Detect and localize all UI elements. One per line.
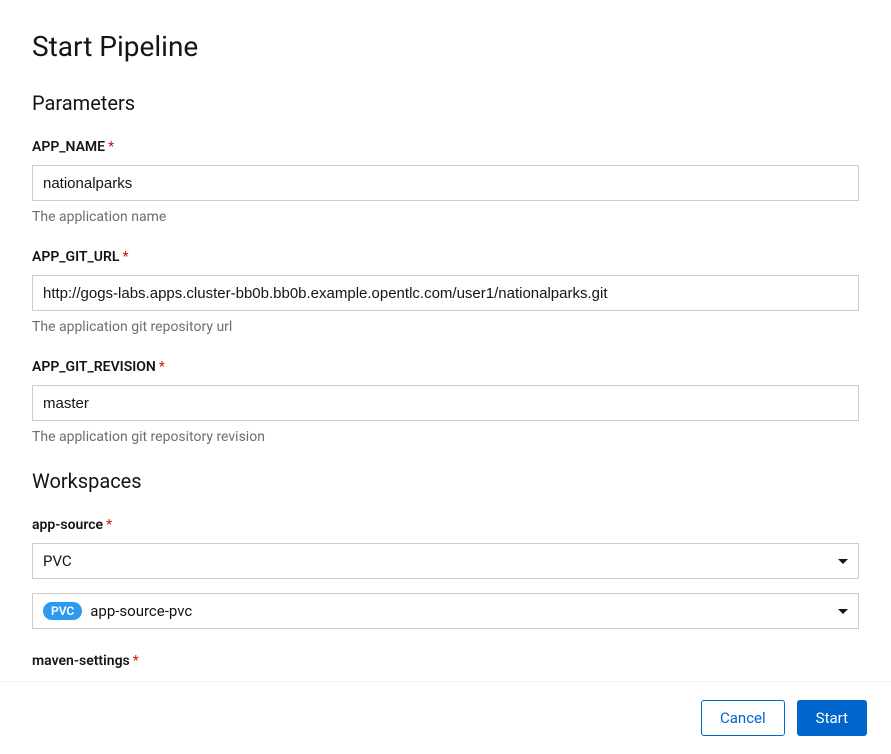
app-source-pvc-select[interactable]: PVC app-source-pvc: [32, 593, 859, 629]
app-git-url-help: The application git repository url: [32, 319, 859, 335]
label-text: APP_GIT_URL: [32, 249, 119, 265]
workspace-maven-settings: maven-settings*: [32, 653, 859, 669]
app-name-input[interactable]: [32, 165, 859, 201]
app-git-revision-input[interactable]: [32, 385, 859, 421]
caret-down-icon: [838, 609, 848, 614]
app-git-revision-label: APP_GIT_REVISION*: [32, 359, 859, 375]
cancel-button[interactable]: Cancel: [701, 700, 785, 736]
param-app-git-revision: APP_GIT_REVISION* The application git re…: [32, 359, 859, 445]
dialog-content[interactable]: Start Pipeline Parameters APP_NAME* The …: [0, 0, 891, 674]
select-value: PVC app-source-pvc: [43, 602, 838, 620]
pvc-badge: PVC: [43, 602, 82, 620]
app-source-type-select[interactable]: PVC: [32, 543, 859, 579]
label-text: maven-settings: [32, 653, 130, 669]
param-app-git-url: APP_GIT_URL* The application git reposit…: [32, 249, 859, 335]
label-text: APP_GIT_REVISION: [32, 359, 156, 375]
parameters-heading: Parameters: [32, 91, 859, 115]
app-source-label: app-source*: [32, 517, 859, 533]
required-star: *: [106, 517, 112, 533]
required-star: *: [122, 249, 128, 265]
select-value: PVC: [43, 552, 838, 570]
maven-settings-label: maven-settings*: [32, 653, 859, 669]
app-git-revision-help: The application git repository revision: [32, 429, 859, 445]
app-git-url-label: APP_GIT_URL*: [32, 249, 859, 265]
required-star: *: [159, 359, 165, 375]
app-name-label: APP_NAME*: [32, 139, 859, 155]
app-name-help: The application name: [32, 209, 859, 225]
page-title: Start Pipeline: [32, 30, 859, 63]
label-text: APP_NAME: [32, 139, 105, 155]
workspaces-heading: Workspaces: [32, 469, 859, 493]
pvc-name: app-source-pvc: [90, 602, 192, 620]
param-app-name: APP_NAME* The application name: [32, 139, 859, 225]
dialog-footer: Cancel Start: [0, 681, 891, 754]
app-git-url-input[interactable]: [32, 275, 859, 311]
workspace-app-source: app-source* PVC PVC app-source-pvc: [32, 517, 859, 629]
required-star: *: [108, 139, 114, 155]
start-button[interactable]: Start: [797, 700, 867, 736]
required-star: *: [133, 653, 139, 669]
label-text: app-source: [32, 517, 103, 533]
caret-down-icon: [838, 559, 848, 564]
